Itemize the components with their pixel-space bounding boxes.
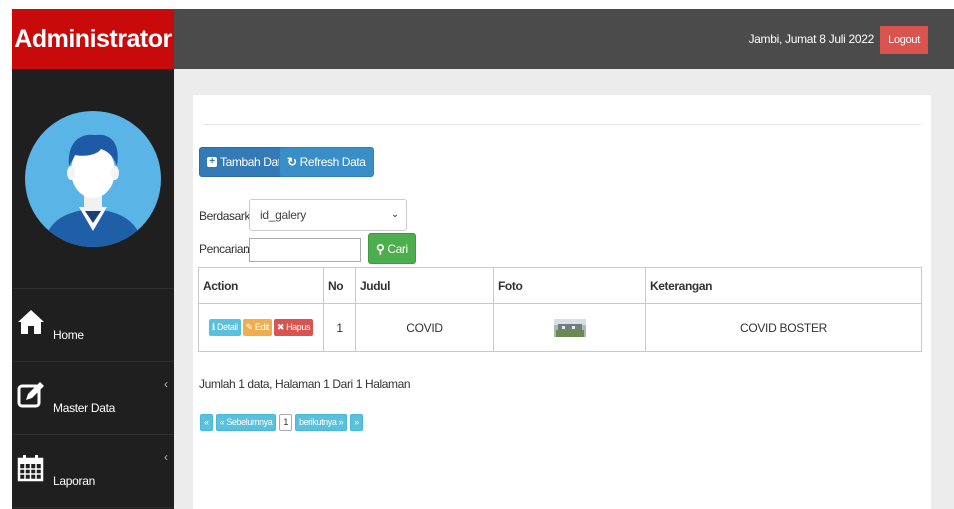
detail-button[interactable]: ℹ Detail	[208, 319, 241, 336]
page-number[interactable]: 1	[279, 414, 292, 431]
top-navbar: Jambi, Jumat 8 Juli 2022 Logout	[174, 9, 954, 69]
table-header-row: Action No Judul Foto Keterangan	[198, 267, 922, 304]
sidebar-item-label: Laporan	[53, 474, 95, 488]
table-row: ℹ Detail ✎ Edit ✖ Hapus 1 COVID COVID BO…	[198, 303, 922, 352]
search-icon: ⚲	[376, 241, 385, 256]
logout-button[interactable]: Logout	[880, 26, 928, 54]
column-header: Judul	[355, 267, 494, 304]
last-page-button[interactable]: »	[350, 414, 363, 431]
sidebar-item-laporan[interactable]: Laporan ‹	[12, 435, 174, 508]
title-cell: COVID	[355, 303, 494, 352]
previous-page-button[interactable]: « Sebelumnya	[215, 414, 277, 431]
column-header: Keterangan	[645, 267, 922, 304]
home-icon	[18, 310, 44, 334]
photo-cell	[493, 303, 646, 352]
photo-thumbnail[interactable]	[553, 318, 586, 337]
sidebar-item-label: Home	[53, 328, 84, 342]
filter-by-value: id_galery	[260, 208, 306, 222]
action-cell: ℹ Detail ✎ Edit ✖ Hapus	[198, 303, 324, 352]
column-header: No	[323, 267, 356, 304]
filter-by-select[interactable]: id_galery ⌄	[249, 199, 407, 231]
column-header: Foto	[493, 267, 646, 304]
description-cell: COVID BOSTER	[645, 303, 922, 352]
chevron-left-icon[interactable]: ‹	[164, 377, 168, 391]
data-table: Action No Judul Foto Keterangan ℹ Detail…	[198, 267, 922, 352]
edit-icon	[17, 382, 44, 408]
add-data-label: Tambah Data	[220, 155, 287, 169]
sidebar-item-label: Master Data	[53, 401, 116, 415]
avatar	[12, 69, 174, 289]
brand-title: Administrator	[12, 9, 174, 69]
divider	[203, 124, 921, 125]
refresh-data-label: Refresh Data	[299, 155, 366, 169]
row-number: 1	[323, 303, 356, 352]
image-icon	[553, 318, 586, 337]
colon-separator: :	[245, 242, 248, 256]
delete-button[interactable]: ✖ Hapus	[273, 319, 314, 336]
search-button-label: Cari	[387, 241, 408, 256]
refresh-data-button[interactable]: ↻ Refresh Data	[279, 147, 374, 177]
search-input[interactable]	[249, 238, 361, 262]
search-button[interactable]: ⚲ Cari	[368, 233, 416, 264]
next-page-button[interactable]: berikutnya »	[294, 414, 348, 431]
chevron-down-icon: ⌄	[390, 209, 399, 220]
sidebar-item-master-data[interactable]: Master Data ‹	[12, 362, 174, 435]
column-header: Action	[198, 267, 324, 304]
app-window: Administrator Home Master Data ‹ Laporan…	[12, 9, 954, 509]
plus-icon: +	[207, 157, 217, 167]
search-label: Pencarian	[199, 242, 250, 256]
content-panel: + Tambah Data ↻ Refresh Data Berdasarkan…	[193, 95, 931, 509]
main-content: + Tambah Data ↻ Refresh Data Berdasarkan…	[174, 69, 954, 509]
calendar-icon	[17, 455, 44, 482]
pagination-summary: Jumlah 1 data, Halaman 1 Dari 1 Halaman	[199, 377, 411, 391]
refresh-icon: ↻	[287, 155, 297, 169]
sidebar: Administrator Home Master Data ‹ Laporan…	[12, 9, 174, 509]
pagination: « « Sebelumnya 1 berikutnya » »	[200, 414, 363, 431]
chevron-left-icon[interactable]: ‹	[164, 450, 168, 464]
user-avatar-icon	[25, 110, 161, 247]
date-text: Jambi, Jumat 8 Juli 2022	[748, 32, 874, 46]
edit-button[interactable]: ✎ Edit	[242, 319, 272, 336]
sidebar-item-home[interactable]: Home	[12, 289, 174, 362]
first-page-button[interactable]: «	[200, 414, 213, 431]
